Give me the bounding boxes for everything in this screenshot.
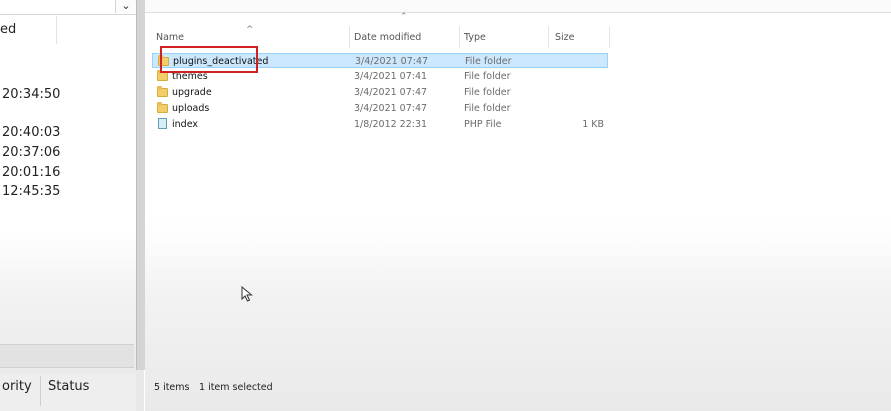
left-time-value: 20:40:03 — [2, 125, 61, 140]
file-type: PHP File — [464, 119, 502, 130]
column-header-date[interactable]: Date modified — [354, 28, 421, 48]
column-separator[interactable] — [349, 26, 350, 48]
highlight-box — [160, 46, 258, 73]
file-name: index — [172, 119, 198, 130]
sort-ascending-icon: ^ — [246, 25, 254, 35]
column-separator[interactable] — [548, 26, 549, 48]
file-type: File folder — [464, 87, 511, 98]
file-date: 3/4/2021 07:47 — [354, 87, 428, 98]
left-bottom-header: ority Status — [0, 373, 136, 411]
selection-count: 1 item selected — [199, 382, 273, 393]
file-date: 3/4/2021 07:41 — [354, 71, 428, 82]
file-type: File folder — [464, 71, 511, 82]
file-date: 3/4/2021 07:47 — [355, 56, 429, 67]
folder-icon — [157, 102, 168, 113]
column-header-type[interactable]: Type — [464, 28, 486, 48]
file-name: uploads — [172, 103, 210, 114]
column-separator[interactable] — [40, 376, 41, 406]
pane-splitter-bottom — [136, 370, 144, 411]
file-row[interactable]: index 1/8/2012 22:31 PHP File 1 KB — [152, 117, 608, 132]
column-separator[interactable] — [609, 26, 610, 48]
horizontal-scrollbar[interactable] — [0, 344, 134, 368]
item-count: 5 items — [154, 382, 190, 393]
file-row[interactable]: uploads 3/4/2021 07:47 File folder — [152, 101, 608, 116]
column-header-size[interactable]: Size — [555, 28, 575, 48]
chevron-up-icon[interactable]: ⌃ — [400, 12, 408, 22]
priority-column-header[interactable]: ority — [2, 379, 32, 394]
folder-icon — [157, 86, 168, 97]
php-file-icon — [157, 118, 168, 129]
mouse-cursor-icon — [241, 286, 253, 302]
file-name: upgrade — [172, 87, 212, 98]
left-column-header[interactable]: ed — [0, 22, 16, 37]
left-time-value: 20:37:06 — [2, 145, 61, 160]
file-size: 1 KB — [582, 119, 604, 130]
file-date: 3/4/2021 07:47 — [354, 103, 428, 114]
file-type: File folder — [464, 103, 511, 114]
chevron-down-icon: ⌄ — [121, 0, 131, 12]
left-time-value: 20:34:50 — [2, 87, 61, 102]
address-bar[interactable] — [145, 0, 891, 13]
left-time-value: 12:45:35 — [2, 184, 61, 199]
left-time-value: 20:01:16 — [2, 165, 61, 180]
file-type: File folder — [465, 56, 512, 67]
column-header-name[interactable]: Name — [156, 28, 184, 48]
column-separator[interactable] — [459, 26, 460, 48]
dropdown-button[interactable]: ⌄ — [115, 0, 136, 13]
status-bar: 5 items 1 item selected — [145, 376, 891, 400]
file-date: 1/8/2012 22:31 — [354, 119, 428, 130]
status-column-header[interactable]: Status — [48, 379, 89, 394]
file-row[interactable]: upgrade 3/4/2021 07:47 File folder — [152, 85, 608, 100]
column-separator[interactable] — [56, 16, 57, 44]
